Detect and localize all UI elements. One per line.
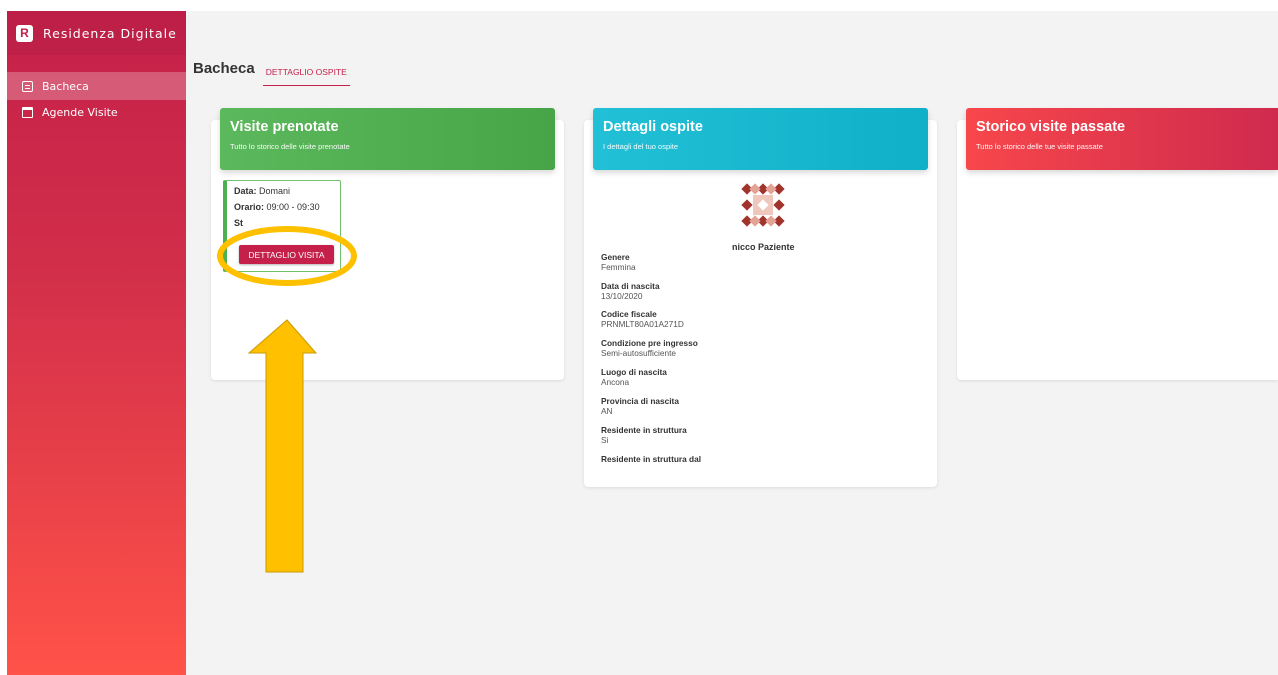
clipboard-icon bbox=[22, 80, 33, 92]
brand[interactable]: R Residenza Digitale bbox=[7, 11, 186, 55]
visit-date-value: Domani bbox=[259, 186, 291, 196]
field-value: 13/10/2020 bbox=[601, 291, 643, 301]
brand-name: Residenza Digitale bbox=[43, 25, 177, 41]
field-value: Ancona bbox=[601, 377, 630, 387]
field-label: Genere bbox=[601, 252, 630, 262]
field-residente-dal: Residente in struttura dal bbox=[601, 454, 701, 464]
calendar-icon bbox=[22, 106, 33, 118]
field-value: Semi-autosufficiente bbox=[601, 348, 677, 358]
field-value: PRNMLT80A01A271D bbox=[601, 319, 684, 329]
field-value: Si bbox=[601, 435, 609, 445]
field-label: Codice fiscale bbox=[601, 309, 657, 319]
visit-time-label: Orario: bbox=[234, 202, 265, 212]
field-label: Luogo di nascita bbox=[601, 367, 667, 377]
field-label: Residente in struttura bbox=[601, 425, 687, 435]
guest-avatar bbox=[741, 183, 785, 227]
breadcrumb: Bacheca DETTAGLIO OSPITE bbox=[193, 58, 350, 86]
field-codice-fiscale: Codice fiscale PRNMLT80A01A271D bbox=[601, 309, 684, 329]
field-data-nascita: Data di nascita 13/10/2020 bbox=[601, 281, 660, 301]
field-label: Provincia di nascita bbox=[601, 396, 679, 406]
visit-status-label: St bbox=[234, 218, 243, 228]
field-luogo-nascita: Luogo di nascita Ancona bbox=[601, 367, 667, 387]
visit-time-value: 09:00 - 09:30 bbox=[266, 202, 320, 212]
sidebar-item-label: Agende Visite bbox=[42, 105, 118, 119]
field-label: Data di nascita bbox=[601, 281, 660, 291]
ospite-card-title: Dettagli ospite bbox=[603, 119, 703, 135]
brand-logo: R bbox=[16, 24, 33, 42]
field-genere: Genere Femmina bbox=[601, 252, 636, 272]
field-value: Femmina bbox=[601, 262, 636, 272]
visit-date-label: Data: bbox=[234, 186, 257, 196]
field-residente: Residente in struttura Si bbox=[601, 425, 687, 445]
ospite-card-header: Dettagli ospite I dettagli del tuo ospit… bbox=[593, 108, 928, 170]
visite-card-subtitle: Tutto lo storico delle visite prenotate bbox=[230, 142, 350, 151]
field-label: Residente in struttura dal bbox=[601, 454, 702, 464]
guest-name: nicco Paziente bbox=[732, 242, 795, 252]
page-title: Bacheca bbox=[193, 60, 255, 77]
sidebar-item-bacheca[interactable]: Bacheca bbox=[7, 72, 186, 100]
sidebar-item-label: Bacheca bbox=[42, 79, 89, 93]
ospite-card-subtitle: I dettagli del tuo ospite bbox=[603, 142, 679, 151]
tab-dettaglio-ospite[interactable]: DETTAGLIO OSPITE bbox=[262, 67, 350, 86]
sidebar-item-agende-visite[interactable]: Agende Visite bbox=[7, 98, 186, 126]
field-condizione: Condizione pre ingresso Semi-autosuffici… bbox=[601, 338, 698, 358]
storico-card-header: Storico visite passate Tutto lo storico … bbox=[966, 108, 1278, 170]
storico-card-subtitle: Tutto lo storico delle tue visite passat… bbox=[976, 142, 1103, 151]
field-label: Condizione pre ingresso bbox=[601, 338, 698, 348]
field-value: AN bbox=[601, 406, 613, 416]
sidebar: R Residenza Digitale Bacheca Agende Visi… bbox=[7, 11, 186, 675]
storico-card-title: Storico visite passate bbox=[976, 119, 1126, 135]
field-provincia-nascita: Provincia di nascita AN bbox=[601, 396, 679, 416]
visite-card-title: Visite prenotate bbox=[230, 119, 339, 135]
dettaglio-visita-button[interactable]: DETTAGLIO VISITA bbox=[239, 245, 334, 264]
visite-card-header: Visite prenotate Tutto lo storico delle … bbox=[220, 108, 555, 170]
